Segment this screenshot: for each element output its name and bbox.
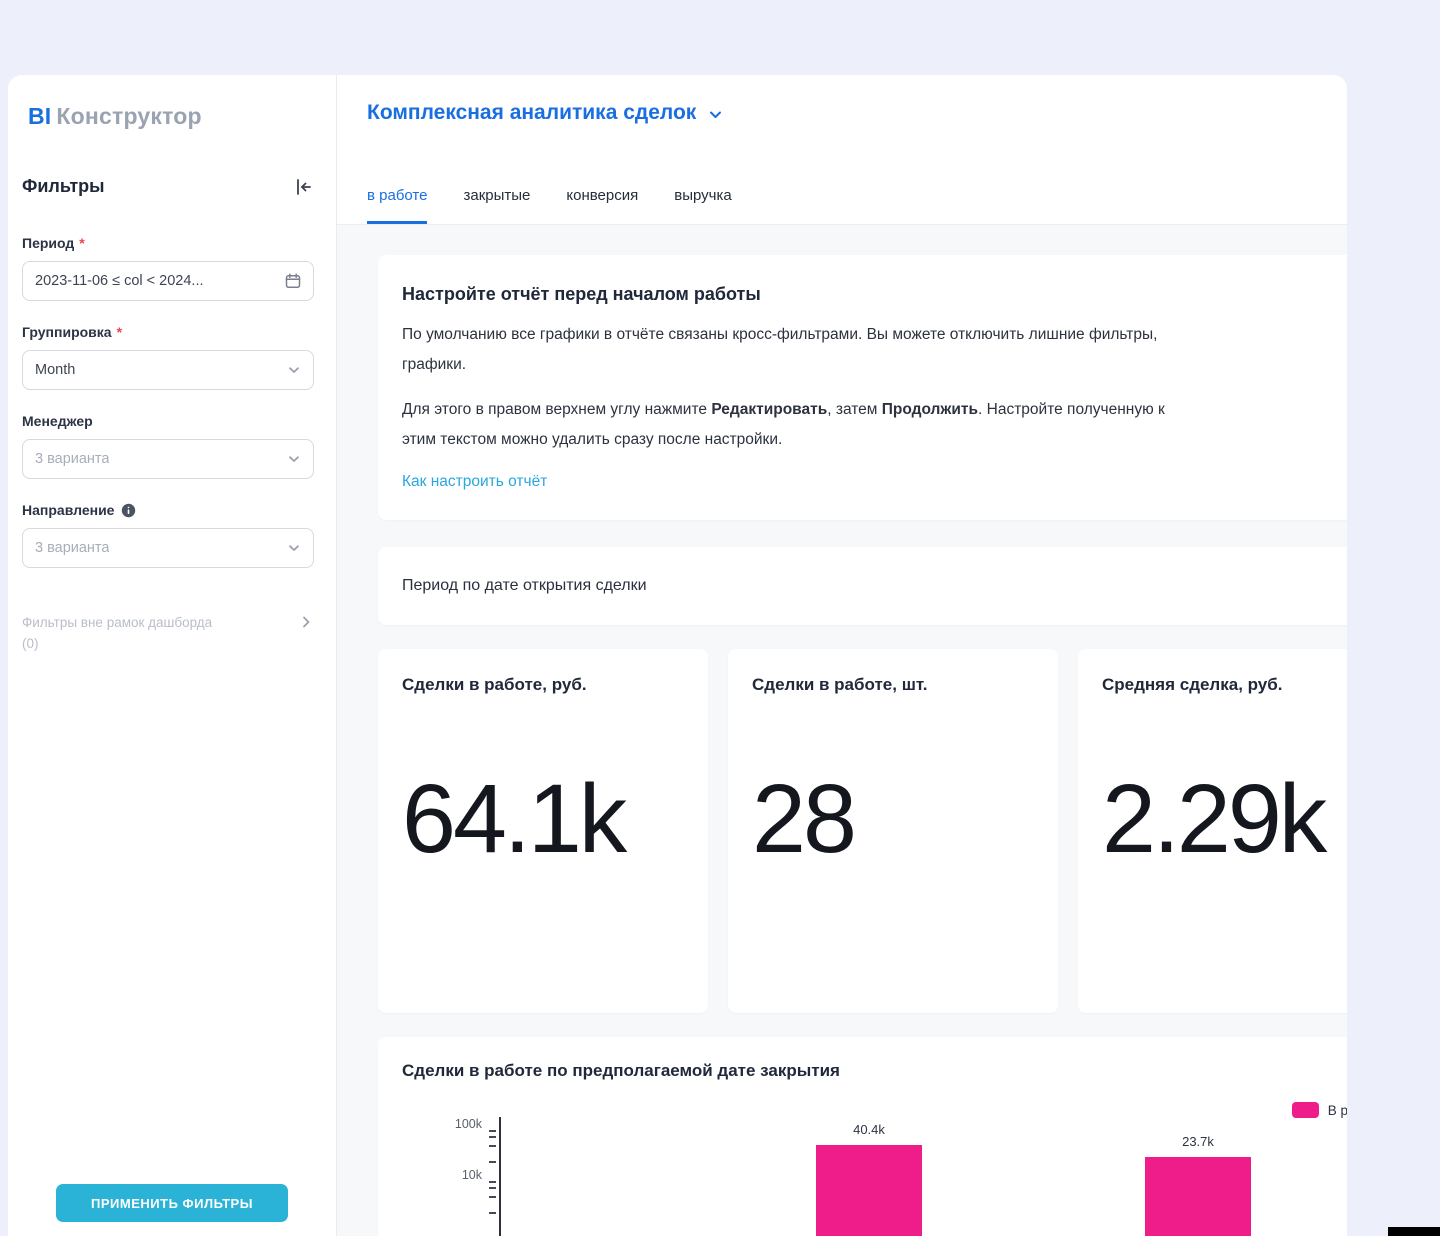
y-axis-line [499, 1117, 501, 1236]
y-axis-minor-tick [489, 1196, 496, 1198]
y-axis-tick-label: 100k [402, 1117, 482, 1131]
notice-paragraph-2: Для этого в правом верхнем углу нажмите … [402, 395, 1347, 455]
page-background: BIКонструктор Фильтры Период * [0, 0, 1440, 1236]
logo-name-text: Конструктор [56, 103, 201, 129]
logo-bi-text: BI [28, 103, 51, 129]
outer-filters-count: (0) [22, 633, 212, 654]
grouping-selected-value: Month [35, 362, 75, 378]
notice-p2-text: Для этого в правом верхнем углу нажмите [402, 401, 711, 418]
y-axis-minor-tick [489, 1136, 496, 1138]
tab-in-progress[interactable]: в работе [367, 187, 427, 224]
chart-title: Сделки в работе по предполагаемой дате з… [402, 1061, 1347, 1081]
chart-bar[interactable] [816, 1145, 922, 1236]
period-date-value: 2023-11-06 ≤ col < 2024... [35, 273, 204, 289]
period-open-date-card: Период по дате открытия сделки [378, 547, 1347, 625]
page-title: Комплексная аналитика сделок [367, 101, 696, 125]
app-logo: BIКонструктор [28, 103, 336, 130]
y-axis-minor-tick [489, 1161, 496, 1163]
y-axis-minor-tick [489, 1181, 496, 1183]
y-axis-minor-tick [489, 1187, 496, 1189]
field-direction: Направление 3 варианта [22, 502, 314, 568]
field-period: Период * 2023-11-06 ≤ col < 2024... [22, 235, 314, 301]
field-manager: Менеджер 3 варианта [22, 413, 314, 479]
notice-p2-text: . Настройте полученную к [978, 401, 1165, 418]
field-label-period: Период * [22, 235, 314, 251]
grouping-select[interactable]: Month [22, 350, 314, 390]
info-icon[interactable] [121, 503, 136, 518]
notice-p2-bold-continue: Продолжить [882, 401, 978, 418]
kpi-title: Средняя сделка, руб. [1102, 675, 1347, 695]
setup-notice-card: Настройте отчёт перед началом работы По … [378, 255, 1347, 520]
chart-bar[interactable] [1145, 1157, 1251, 1236]
manager-select[interactable]: 3 варианта [22, 439, 314, 479]
field-label-text: Группировка [22, 324, 112, 340]
required-asterisk: * [79, 235, 84, 251]
notice-p2-line2: этим текстом можно удалить сразу после н… [402, 425, 1347, 455]
period-date-input[interactable]: 2023-11-06 ≤ col < 2024... [22, 261, 314, 301]
tab-closed[interactable]: закрытые [463, 187, 530, 224]
deals-by-close-date-chart-card: Сделки в работе по предполагаемой дате з… [378, 1037, 1347, 1236]
kpi-card-average-deal: Средняя сделка, руб. 2.29k [1078, 649, 1347, 1013]
notice-p1-line1: По умолчанию все графики в отчёте связан… [402, 320, 1347, 350]
chevron-down-icon [287, 452, 301, 466]
bar-value-label: 23.7k [1145, 1134, 1251, 1149]
y-axis-minor-tick [489, 1130, 496, 1132]
direction-select[interactable]: 3 варианта [22, 528, 314, 568]
required-asterisk: * [117, 324, 122, 340]
field-label-text: Менеджер [22, 413, 93, 429]
tab-revenue[interactable]: выручка [674, 187, 731, 224]
main-area: Комплексная аналитика сделок в работе за… [337, 75, 1347, 1236]
notice-p2-bold-edit: Редактировать [711, 401, 827, 418]
kpi-card-deals-rub: Сделки в работе, руб. 64.1k [378, 649, 708, 1013]
chevron-right-icon [298, 614, 314, 630]
notice-paragraph-1: По умолчанию все графики в отчёте связан… [402, 320, 1347, 380]
bar-value-label: 40.4k [816, 1122, 922, 1137]
apply-filters-button[interactable]: ПРИМЕНИТЬ ФИЛЬТРЫ [56, 1184, 288, 1222]
report-tabs: в работе закрытые конверсия выручка [367, 187, 1347, 224]
field-label-text: Направление [22, 502, 114, 518]
y-axis-minor-tick [489, 1212, 496, 1214]
field-label-grouping: Группировка * [22, 324, 314, 340]
tab-conversion[interactable]: конверсия [566, 187, 638, 224]
bar-chart-plot: 100k 10k 40.4k 23.7k [402, 1111, 1347, 1236]
kpi-value: 64.1k [402, 763, 684, 875]
how-to-setup-link[interactable]: Как настроить отчёт [402, 473, 547, 491]
kpi-title: Сделки в работе, руб. [402, 675, 684, 695]
app-window: BIКонструктор Фильтры Период * [8, 75, 1347, 1236]
dashboard-content: Настройте отчёт перед началом работы По … [337, 225, 1347, 1236]
collapse-panel-icon [294, 177, 314, 197]
dashboard-title-dropdown[interactable]: Комплексная аналитика сделок [367, 101, 723, 125]
direction-placeholder-value: 3 варианта [35, 540, 109, 556]
kpi-value: 28 [752, 763, 1034, 875]
calendar-icon [285, 273, 301, 289]
notice-p2-text: , затем [827, 401, 882, 418]
kpi-row: Сделки в работе, руб. 64.1k Сделки в раб… [378, 649, 1347, 1013]
y-axis-minor-tick [489, 1145, 496, 1147]
manager-placeholder-value: 3 варианта [35, 451, 109, 467]
notice-p1-line2: графики. [402, 350, 1347, 380]
main-header: Комплексная аналитика сделок в работе за… [337, 75, 1347, 225]
collapse-sidebar-button[interactable] [294, 177, 314, 197]
filters-sidebar: BIКонструктор Фильтры Период * [8, 75, 337, 1236]
chevron-down-icon [287, 363, 301, 377]
period-card-title: Период по дате открытия сделки [402, 577, 647, 595]
field-grouping: Группировка * Month [22, 324, 314, 390]
chevron-down-icon [708, 107, 723, 122]
outer-filters-link[interactable]: Фильтры вне рамок дашборда (0) [22, 612, 314, 654]
filters-title: Фильтры [22, 176, 105, 197]
screen-corner-artifact [1388, 1227, 1440, 1236]
kpi-card-deals-count: Сделки в работе, шт. 28 [728, 649, 1058, 1013]
y-axis-tick-label: 10k [402, 1168, 482, 1182]
field-label-manager: Менеджер [22, 413, 314, 429]
kpi-title: Сделки в работе, шт. [752, 675, 1034, 695]
outer-filters-label: Фильтры вне рамок дашборда [22, 612, 212, 633]
chevron-down-icon [287, 541, 301, 555]
outer-filters-text: Фильтры вне рамок дашборда (0) [22, 612, 212, 654]
field-label-text: Период [22, 235, 74, 251]
notice-title: Настройте отчёт перед началом работы [402, 284, 1347, 305]
kpi-value: 2.29k [1102, 763, 1347, 875]
field-label-direction: Направление [22, 502, 314, 518]
